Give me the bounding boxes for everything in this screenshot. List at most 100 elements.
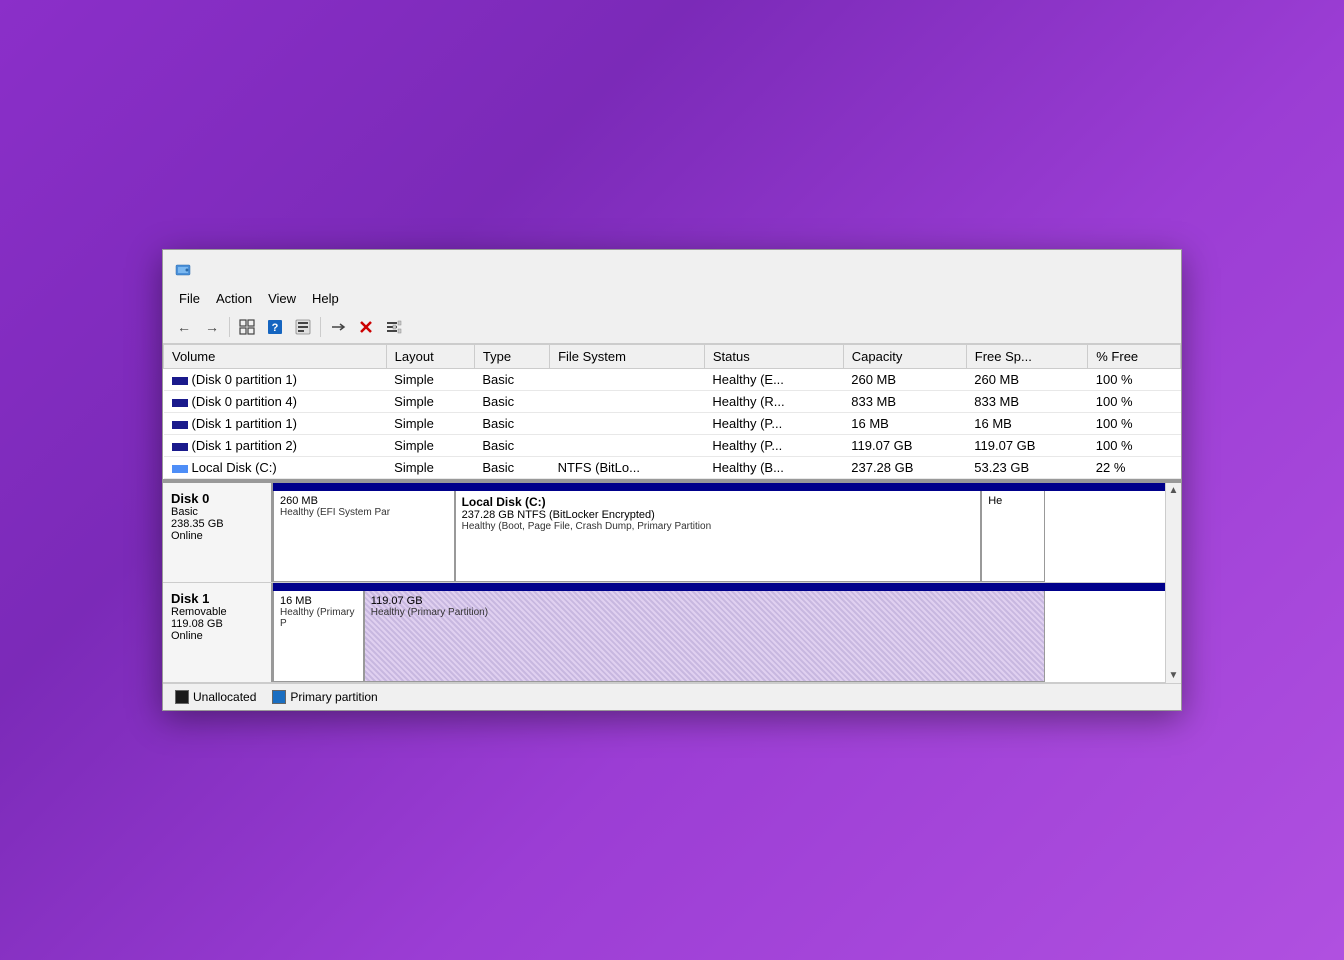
toolbar-separator-2 [320,317,321,337]
menu-help[interactable]: Help [304,288,347,309]
help-icon: ? [267,319,283,335]
col-layout[interactable]: Layout [386,345,474,369]
disk-row-0: Disk 0 Basic 238.35 GB Online260 MB Heal… [163,483,1181,583]
volume-icon [172,421,188,429]
cell-status: Healthy (R... [704,391,843,413]
table-row[interactable]: (Disk 1 partition 1) Simple Basic Health… [164,413,1181,435]
disk-header-bar [273,483,1181,491]
partition-0-2[interactable]: He [981,491,1045,582]
cell-free: 53.23 GB [966,457,1088,479]
volume-table: Volume Layout Type File System Status Ca… [163,344,1181,479]
cell-status: Healthy (P... [704,413,843,435]
partition-0-1[interactable]: Local Disk (C:) 237.28 GB NTFS (BitLocke… [455,491,982,582]
title-bar-left [175,262,199,278]
connect-icon [330,319,346,335]
disk-row-1: Disk 1 Removable 119.08 GB Online 16 MB H… [163,583,1181,683]
cell-type: Basic [474,369,549,391]
close-button[interactable] [1137,258,1169,282]
delete-button[interactable] [353,315,379,339]
disk-size: 238.35 GB [171,518,263,530]
col-pct-free[interactable]: % Free [1088,345,1181,369]
cell-volume: (Disk 0 partition 4) [164,391,387,413]
help-button[interactable]: ? [262,315,288,339]
disk-size: 119.08 GB [171,618,263,630]
cell-status: Healthy (E... [704,369,843,391]
col-type[interactable]: Type [474,345,549,369]
main-content: Volume Layout Type File System Status Ca… [163,344,1181,710]
cell-volume: (Disk 0 partition 1) [164,369,387,391]
disk-area: Disk 0 Basic 238.35 GB Online260 MB Heal… [163,481,1181,683]
cell-filesystem [550,391,705,413]
col-free[interactable]: Free Sp... [966,345,1088,369]
legend-unallocated: Unallocated [175,690,256,704]
svg-text:?: ? [272,322,279,334]
col-filesystem[interactable]: File System [550,345,705,369]
legend-unallocated-box [175,690,189,704]
col-capacity[interactable]: Capacity [843,345,966,369]
table-row[interactable]: (Disk 1 partition 2) Simple Basic Health… [164,435,1181,457]
maximize-button[interactable] [1101,258,1133,282]
cell-pct-free: 100 % [1088,391,1181,413]
view-button[interactable] [234,315,260,339]
cell-capacity: 260 MB [843,369,966,391]
cell-filesystem [550,413,705,435]
settings-button[interactable] [381,315,407,339]
table-row[interactable]: (Disk 0 partition 4) Simple Basic Health… [164,391,1181,413]
settings-icon [386,319,402,335]
disk-scrollbar[interactable]: ▲ ▼ [1165,483,1181,683]
cell-free: 833 MB [966,391,1088,413]
cell-type: Basic [474,391,549,413]
disk-header-bar [273,583,1181,591]
title-bar [163,250,1181,286]
table-row[interactable]: Local Disk (C:) Simple Basic NTFS (BitLo… [164,457,1181,479]
cell-free: 119.07 GB [966,435,1088,457]
menu-file[interactable]: File [171,288,208,309]
back-button[interactable]: ← [171,315,197,339]
cell-pct-free: 100 % [1088,413,1181,435]
disk-label-0: Disk 0 Basic 238.35 GB Online [163,483,273,582]
view-icon [239,319,255,335]
partition-detail: Healthy (EFI System Par [280,507,448,518]
disk-status: Online [171,630,263,642]
partition-size: 119.07 GB [371,595,1038,607]
partition-1-1[interactable]: 119.07 GB Healthy (Primary Partition) [364,591,1045,682]
col-status[interactable]: Status [704,345,843,369]
cell-free: 16 MB [966,413,1088,435]
menu-bar: File Action View Help [163,286,1181,311]
scroll-down-arrow[interactable]: ▼ [1167,668,1181,683]
legend-primary: Primary partition [272,690,377,704]
col-volume[interactable]: Volume [164,345,387,369]
toolbar: ← → ? [163,311,1181,344]
properties-button[interactable] [290,315,316,339]
cell-filesystem: NTFS (BitLo... [550,457,705,479]
cell-filesystem [550,369,705,391]
disk-management-window: File Action View Help ← → ? [162,249,1182,711]
cell-status: Healthy (P... [704,435,843,457]
menu-action[interactable]: Action [208,288,260,309]
table-row[interactable]: (Disk 0 partition 1) Simple Basic Health… [164,369,1181,391]
cell-volume: (Disk 1 partition 2) [164,435,387,457]
cell-volume: Local Disk (C:) [164,457,387,479]
volume-icon [172,443,188,451]
volume-icon [172,465,188,473]
partition-1-0[interactable]: 16 MB Healthy (Primary P [273,591,364,682]
disk-name: Disk 1 [171,591,263,606]
disk-partitions-1: 16 MB Healthy (Primary P119.07 GB Health… [273,583,1181,682]
minimize-button[interactable] [1065,258,1097,282]
volume-icon [172,377,188,385]
connect-button[interactable] [325,315,351,339]
forward-button[interactable]: → [199,315,225,339]
partition-0-0[interactable]: 260 MB Healthy (EFI System Par [273,491,455,582]
cell-pct-free: 22 % [1088,457,1181,479]
title-controls [1065,258,1169,282]
cell-capacity: 237.28 GB [843,457,966,479]
cell-filesystem [550,435,705,457]
cell-pct-free: 100 % [1088,369,1181,391]
partition-size: 237.28 GB NTFS (BitLocker Encrypted) [462,509,975,521]
disk-name: Disk 0 [171,491,263,506]
scroll-up-arrow[interactable]: ▲ [1167,483,1181,498]
menu-view[interactable]: View [260,288,304,309]
disk-type: Removable [171,606,263,618]
delete-icon [358,319,374,335]
cell-free: 260 MB [966,369,1088,391]
